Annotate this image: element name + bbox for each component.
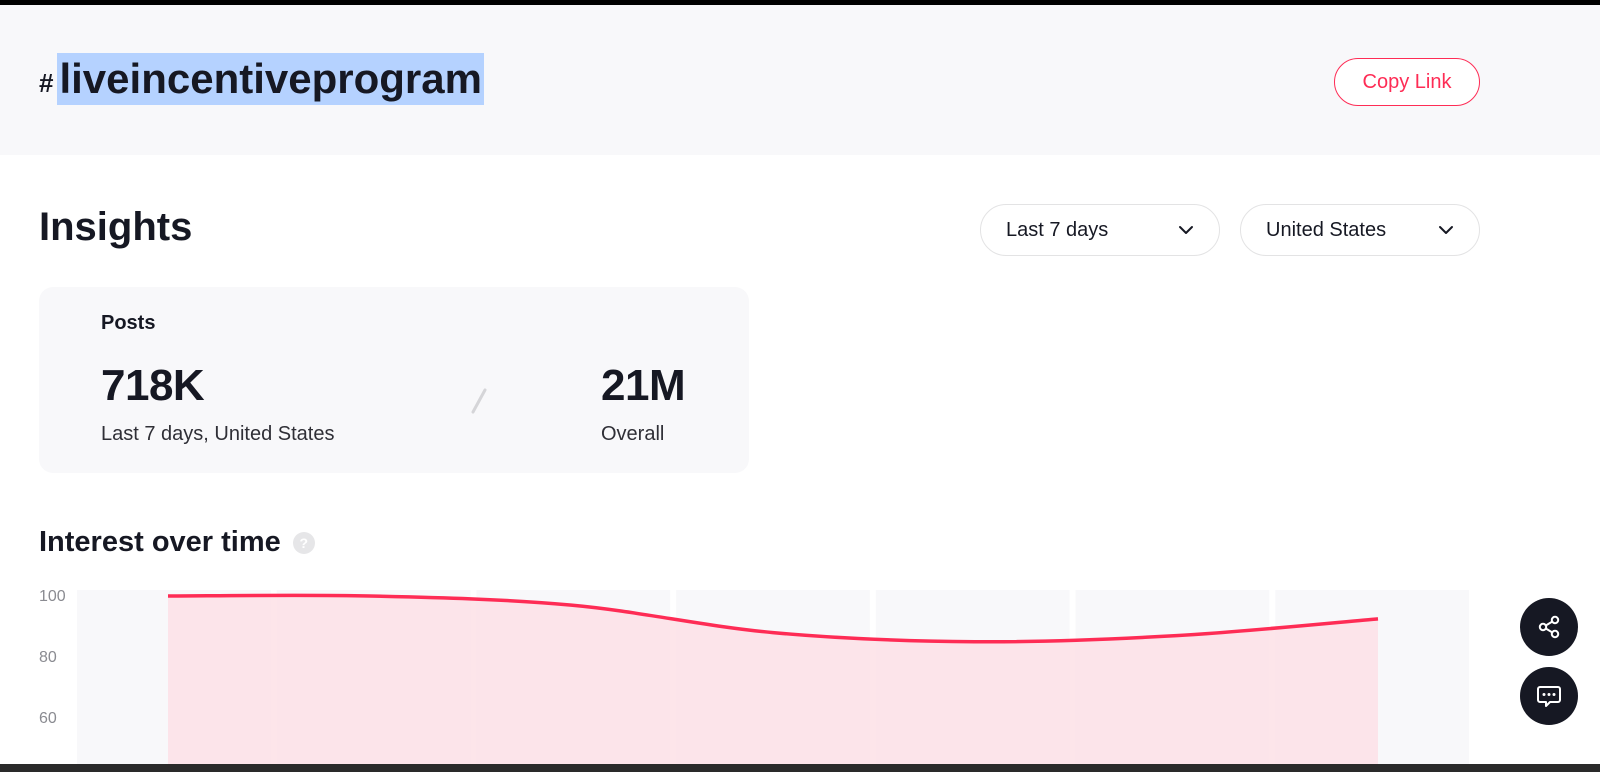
interest-over-time-heading: Interest over time ? bbox=[39, 526, 315, 559]
posts-overall-caption: Overall bbox=[601, 423, 665, 445]
insights-heading: Insights bbox=[39, 205, 193, 249]
country-dropdown-value: United States bbox=[1266, 218, 1387, 241]
chat-icon bbox=[1537, 686, 1561, 707]
posts-overall-value: 21M bbox=[601, 361, 686, 410]
divider-slash bbox=[471, 388, 487, 414]
chevron-down-icon bbox=[1439, 226, 1453, 234]
country-dropdown[interactable]: United States bbox=[1240, 204, 1480, 256]
hashtag-title: # liveincentiveprogram bbox=[39, 53, 484, 105]
posts-recent-caption: Last 7 days, United States bbox=[101, 423, 335, 445]
posts-label: Posts bbox=[101, 312, 156, 334]
hash-symbol: # bbox=[39, 67, 54, 98]
share-icon bbox=[1538, 615, 1560, 639]
period-dropdown-value: Last 7 days bbox=[1006, 218, 1109, 241]
interest-title-text: Interest over time bbox=[39, 526, 281, 558]
hashtag-header: # liveincentiveprogram Copy Link bbox=[0, 5, 1600, 155]
bottom-overlay-strip bbox=[0, 764, 1600, 772]
y-tick-label: 80 bbox=[39, 649, 57, 666]
period-dropdown[interactable]: Last 7 days bbox=[980, 204, 1220, 256]
share-button[interactable] bbox=[1520, 598, 1578, 656]
hashtag-name[interactable]: liveincentiveprogram bbox=[57, 53, 484, 105]
posts-recent-value: 718K bbox=[101, 361, 205, 410]
y-tick-label: 100 bbox=[39, 588, 66, 605]
question-mark-icon[interactable]: ? bbox=[292, 531, 315, 554]
y-tick-label: 60 bbox=[39, 710, 57, 727]
interest-chart: 100 80 60 bbox=[39, 588, 1469, 772]
copy-link-button[interactable]: Copy Link bbox=[1334, 58, 1480, 106]
chat-button[interactable] bbox=[1520, 667, 1578, 725]
chevron-down-icon bbox=[1179, 226, 1193, 234]
chart-y-axis: 100 80 60 bbox=[39, 588, 66, 727]
posts-card: Posts 718K Last 7 days, United States 21… bbox=[39, 287, 749, 473]
